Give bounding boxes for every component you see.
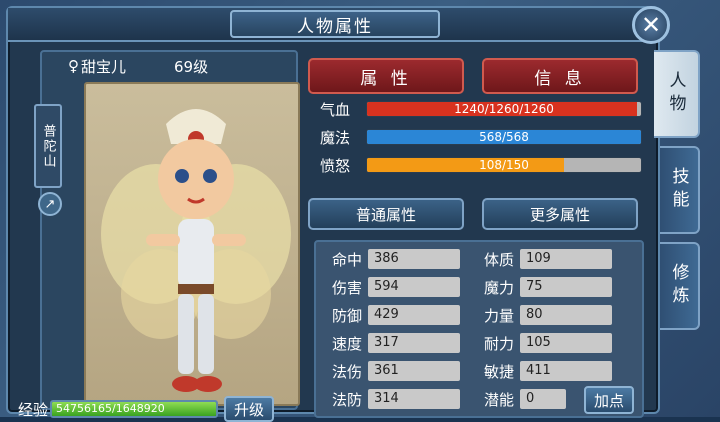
stat-value: 361 <box>368 361 460 381</box>
stats-panel: 命中 386 伤害 594 防御 429 速度 317 法伤 361 法防 314 体质 10… <box>314 240 644 418</box>
character-level: 69级 <box>174 57 209 76</box>
side-tab-character[interactable]: 人物 <box>654 50 700 138</box>
stat-label: 防御 <box>331 306 362 325</box>
close-button[interactable]: ✕ <box>632 6 670 44</box>
stat-label: 潜能 <box>483 390 514 409</box>
stat-row: 法防 314 <box>318 388 460 410</box>
exp-bar: 54756165/1648920 <box>50 400 219 418</box>
share-button[interactable]: ↗ <box>38 192 62 216</box>
exp-row: 经验 54756165/1648920 升级 <box>18 396 275 422</box>
mp-bar: 568/568 <box>366 129 642 145</box>
stat-label: 敏捷 <box>483 362 514 381</box>
more-attributes-button[interactable]: 更多属性 <box>482 198 638 230</box>
stat-value: 317 <box>368 333 460 353</box>
mp-label: 魔法 <box>320 128 351 147</box>
stat-value: 75 <box>520 277 612 297</box>
stat-row: 耐力 105 <box>470 332 612 354</box>
name-bar: ♀ 甜宝儿 69级 <box>42 52 296 80</box>
hp-row: 气血 1240/1260/1260 <box>320 98 642 120</box>
rage-value: 108/150 <box>479 158 529 172</box>
character-window: 人物属性 ✕ ♀ 甜宝儿 69级 普陀山 ↗ 属 性 信 息 气血 1240/1… <box>6 6 670 422</box>
stat-row: 魔力 75 <box>470 276 612 298</box>
character-figure-icon <box>101 109 291 392</box>
side-tab-skills[interactable]: 技能 <box>660 146 700 234</box>
stat-value: 314 <box>368 389 460 409</box>
stat-row: 敏捷 411 <box>470 360 612 382</box>
character-name: 甜宝儿 <box>81 57 127 76</box>
exp-label: 经验 <box>18 400 49 419</box>
stat-value: 80 <box>520 305 612 325</box>
window-title: 人物属性 <box>230 10 440 38</box>
exp-value: 54756165/1648920 <box>56 402 165 415</box>
stat-value: 105 <box>520 333 612 353</box>
close-icon: ✕ <box>640 11 662 39</box>
stat-value: 594 <box>368 277 460 297</box>
stat-label: 速度 <box>331 334 362 353</box>
side-tab-cultivation[interactable]: 修炼 <box>660 242 700 330</box>
stat-row: 防御 429 <box>318 304 460 326</box>
stat-label: 法防 <box>331 390 362 409</box>
upgrade-button[interactable]: 升级 <box>224 396 275 422</box>
stat-row: 伤害 594 <box>318 276 460 298</box>
stat-label: 伤害 <box>331 278 362 297</box>
stat-value: 109 <box>520 249 612 269</box>
stat-row: 法伤 361 <box>318 360 460 382</box>
normal-attributes-button[interactable]: 普通属性 <box>308 198 464 230</box>
stat-row: 命中 386 <box>318 248 460 270</box>
stat-label: 力量 <box>483 306 514 325</box>
stat-row: 速度 317 <box>318 332 460 354</box>
stat-label: 耐力 <box>483 334 514 353</box>
stat-value: 386 <box>368 249 460 269</box>
portrait-panel: ♀ 甜宝儿 69级 普陀山 ↗ <box>34 50 300 410</box>
stat-value: 429 <box>368 305 460 325</box>
stat-label: 法伤 <box>331 362 362 381</box>
school-tag: 普陀山 <box>34 104 62 188</box>
title-bar: 人物属性 <box>8 8 658 42</box>
hp-bar: 1240/1260/1260 <box>366 101 642 117</box>
hp-value: 1240/1260/1260 <box>454 102 554 116</box>
tab-info[interactable]: 信 息 <box>482 58 638 94</box>
stat-row: 体质 109 <box>470 248 612 270</box>
stat-label: 命中 <box>331 250 362 269</box>
rage-label: 愤怒 <box>320 156 351 175</box>
character-portrait <box>84 82 300 406</box>
share-icon: ↗ <box>44 196 56 212</box>
potential-value: 0 <box>520 389 566 409</box>
tab-attributes[interactable]: 属 性 <box>308 58 464 94</box>
rage-bar: 108/150 <box>366 157 642 173</box>
female-icon: ♀ <box>68 57 79 75</box>
mp-row: 魔法 568/568 <box>320 126 642 148</box>
stat-value: 411 <box>520 361 612 381</box>
stat-row: 力量 80 <box>470 304 612 326</box>
stat-label: 体质 <box>483 250 514 269</box>
stat-row: 潜能 0 <box>470 388 566 410</box>
stat-label: 魔力 <box>483 278 514 297</box>
mp-value: 568/568 <box>479 130 529 144</box>
add-point-button[interactable]: 加点 <box>584 386 634 414</box>
rage-row: 愤怒 108/150 <box>320 154 642 176</box>
hp-label: 气血 <box>320 100 351 119</box>
